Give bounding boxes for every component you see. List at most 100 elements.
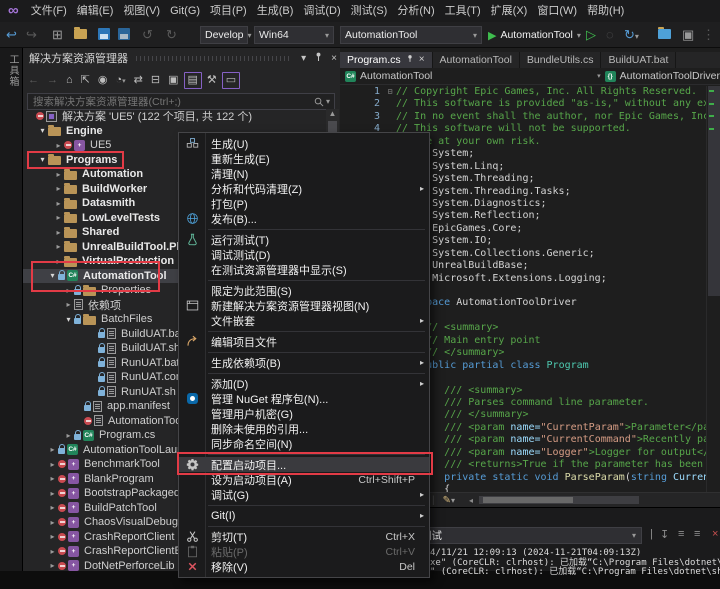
chevron-collapsed-icon[interactable]: ▸ — [53, 228, 64, 237]
close-icon[interactable]: × — [327, 53, 341, 64]
chevron-collapsed-icon[interactable]: ▸ — [63, 300, 74, 309]
context-menu-item[interactable]: 同步命名空间(N) — [179, 436, 429, 451]
chevron-collapsed-icon[interactable]: ▸ — [53, 199, 64, 208]
scrollbar-thumb[interactable] — [708, 86, 720, 296]
home-icon[interactable]: ⌂ — [63, 73, 76, 88]
hot-reload-icon[interactable]: ◌ — [606, 26, 614, 44]
document-tab[interactable]: Program.cs× — [340, 52, 433, 68]
document-tab[interactable]: BundleUtils.cs — [520, 52, 602, 68]
menubar-item[interactable]: 项目(P) — [205, 0, 252, 22]
forward-icon[interactable]: → — [44, 73, 61, 88]
save-icon[interactable] — [98, 26, 110, 45]
switch-views-icon[interactable]: ⇱ — [78, 73, 93, 88]
jump-to-message-icon[interactable]: ↧ — [660, 528, 669, 541]
configuration-dropdown[interactable]: Develop▾ — [200, 26, 248, 44]
menubar-item[interactable]: 文件(F) — [26, 0, 72, 22]
sync-selection-icon[interactable]: ◉ — [95, 73, 111, 88]
toolbar-overflow-icon[interactable]: ⋮ — [702, 26, 715, 44]
breadcrumb-project[interactable]: AutomationTool — [360, 70, 432, 82]
scroll-left-icon[interactable]: ◂ — [469, 496, 473, 505]
editor-horizontal-scrollbar[interactable] — [479, 496, 639, 504]
navigate-back-icon[interactable]: ↩ — [6, 26, 17, 44]
explorer-search-input[interactable] — [28, 96, 314, 108]
context-menu-item[interactable]: 调试测试(D) — [179, 247, 429, 262]
context-menu-item[interactable]: 删除未使用的引用... — [179, 421, 429, 436]
menubar-item[interactable]: 编辑(E) — [72, 0, 119, 22]
context-menu-item[interactable]: 在测试资源管理器中显示(S) — [179, 262, 429, 277]
chevron-expanded-icon[interactable]: ▾ — [37, 155, 48, 164]
context-menu-item[interactable]: Git(I)▸ — [179, 508, 429, 523]
chevron-expanded-icon[interactable]: ▾ — [63, 315, 74, 324]
chevron-collapsed-icon[interactable]: ▸ — [47, 489, 58, 498]
chevron-collapsed-icon[interactable]: ▸ — [63, 431, 74, 440]
context-menu-item[interactable]: 剪切(T)Ctrl+X — [179, 529, 429, 544]
sync-with-active-document-icon[interactable]: ⇄ — [131, 73, 146, 88]
collapse-all-icon[interactable]: ⊟ — [148, 73, 163, 88]
redo-icon[interactable]: ↻ — [166, 26, 177, 44]
chevron-collapsed-icon[interactable]: ▸ — [47, 503, 58, 512]
close-icon[interactable]: × — [419, 52, 425, 68]
context-menu-item[interactable]: 分析和代码清理(Z)▸ — [179, 181, 429, 196]
context-menu-item[interactable]: 管理用户机密(G) — [179, 406, 429, 421]
refresh-icon[interactable]: ↻▾ — [624, 26, 639, 46]
chevron-expanded-icon[interactable]: ▾ — [37, 126, 48, 135]
tree-item[interactable]: 解决方案 'UE5' (122 个项目, 共 122 个) — [23, 109, 325, 124]
chevron-collapsed-icon[interactable]: ▸ — [47, 532, 58, 541]
context-menu-item[interactable]: 清理(N) — [179, 166, 429, 181]
toolbox-vertical-tab[interactable]: 工具箱 — [5, 54, 20, 87]
start-without-debugging-icon[interactable]: ▷ — [586, 26, 596, 44]
navigate-forward-icon[interactable]: ↪ — [26, 26, 37, 44]
chevron-collapsed-icon[interactable]: ▸ — [53, 213, 64, 222]
context-menu-item[interactable]: 重新生成(E) — [179, 151, 429, 166]
folder-view-icon[interactable]: ▭ — [222, 72, 240, 89]
code-cleanup-pen-icon[interactable]: ✎ — [443, 495, 451, 506]
chevron-collapsed-icon[interactable]: ▸ — [53, 170, 64, 179]
startup-project-dropdown[interactable]: AutomationTool▾ — [340, 26, 482, 44]
context-menu-item[interactable]: 编辑项目文件 — [179, 334, 429, 349]
menubar-item[interactable]: 调试(D) — [298, 0, 345, 22]
platform-dropdown[interactable]: Win64▾ — [254, 26, 334, 44]
chevron-collapsed-icon[interactable]: ▸ — [63, 286, 74, 295]
solution-explorer-panel-icon[interactable]: ▣ — [682, 26, 694, 44]
editor-vertical-scrollbar[interactable] — [706, 86, 720, 498]
context-menu-item[interactable]: 限定为此范围(S) — [179, 283, 429, 298]
window-position-icon[interactable]: ▾ — [297, 53, 310, 64]
wrap-lines-icon[interactable]: ≡ — [678, 528, 684, 540]
menubar-item[interactable]: 扩展(X) — [486, 0, 533, 22]
find-in-files-icon[interactable] — [658, 26, 671, 44]
chevron-collapsed-icon[interactable]: ▸ — [47, 518, 58, 527]
fold-marker-icon[interactable]: ⊟ — [384, 86, 396, 98]
menubar-item[interactable]: Git(G) — [165, 0, 205, 22]
menubar-item[interactable]: 视图(V) — [118, 0, 165, 22]
menubar-item[interactable]: 分析(N) — [392, 0, 439, 22]
chevron-collapsed-icon[interactable]: ▸ — [53, 184, 64, 193]
open-folder-icon[interactable] — [74, 26, 87, 44]
scroll-up-icon[interactable]: ▲ — [326, 109, 339, 118]
chevron-collapsed-icon[interactable]: ▸ — [47, 561, 58, 570]
context-menu-item[interactable]: 新建解决方案资源管理器视图(N) — [179, 298, 429, 313]
chevron-collapsed-icon[interactable]: ▸ — [53, 257, 64, 266]
pin-icon[interactable] — [406, 52, 414, 68]
menubar-item[interactable]: 窗口(W) — [532, 0, 582, 22]
wrench-icon[interactable]: ⚒ — [204, 73, 220, 88]
context-menu-item[interactable]: 管理 NuGet 程序包(N)... — [179, 391, 429, 406]
document-tab[interactable]: BuildUAT.bat — [601, 52, 676, 68]
undo-icon[interactable]: ↺ — [142, 26, 153, 44]
menubar-item[interactable]: 工具(T) — [440, 0, 486, 22]
chevron-collapsed-icon[interactable]: ▸ — [47, 474, 58, 483]
menubar-item[interactable]: 生成(B) — [252, 0, 299, 22]
context-menu-item[interactable]: 调试(G)▸ — [179, 487, 429, 502]
show-all-files-icon[interactable]: ▤ — [184, 72, 202, 89]
back-icon[interactable]: ← — [25, 73, 42, 88]
context-menu-item[interactable]: 运行测试(T) — [179, 232, 429, 247]
context-menu-item[interactable]: 添加(D)▸ — [179, 376, 429, 391]
chevron-collapsed-icon[interactable]: ▸ — [47, 460, 58, 469]
pin-icon[interactable] — [310, 51, 327, 65]
explorer-search-box[interactable]: ▾ — [27, 93, 335, 110]
start-debugging-button[interactable]: ▶ AutomationTool ▾ — [488, 26, 581, 44]
chevron-collapsed-icon[interactable]: ▸ — [53, 242, 64, 251]
toggle-word-wrap-icon[interactable]: × — [712, 528, 718, 540]
pending-changes-filter-icon[interactable]: ◔▾ — [112, 73, 128, 89]
menubar-item[interactable]: 测试(S) — [346, 0, 393, 22]
document-tab[interactable]: AutomationTool — [433, 52, 520, 68]
